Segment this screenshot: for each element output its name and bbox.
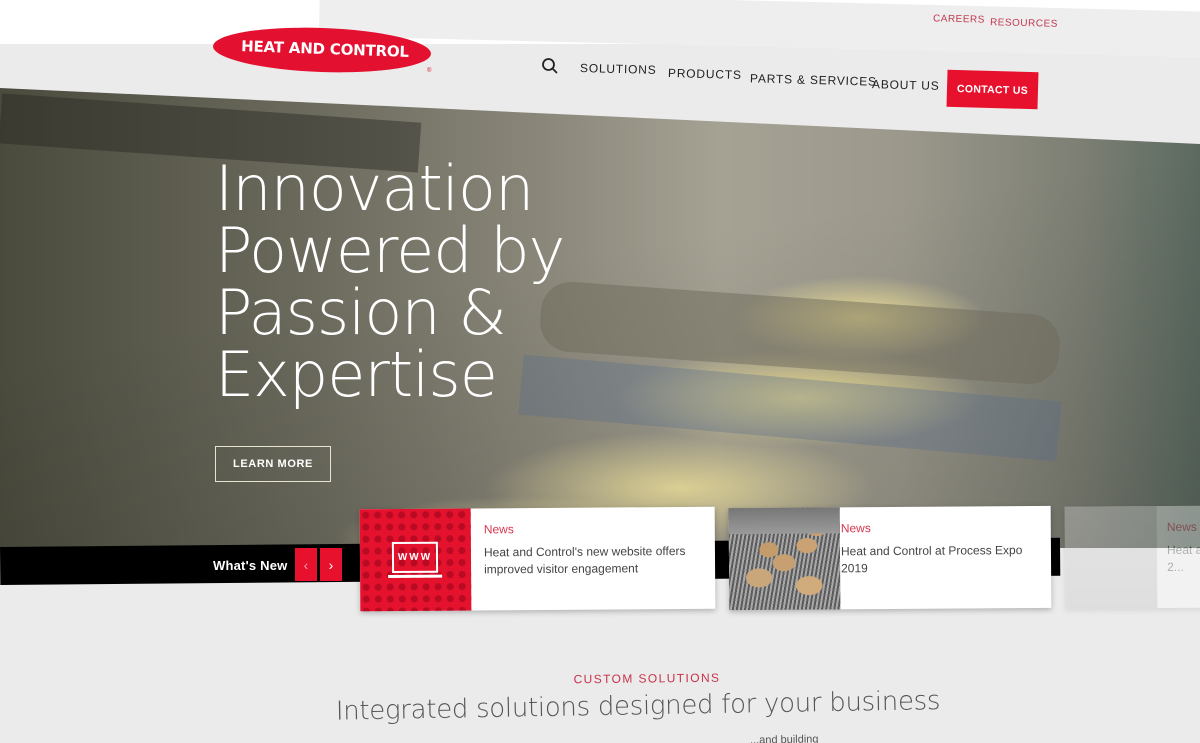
hero-title-line: Expertise: [215, 338, 498, 411]
careers-link[interactable]: CAREERS: [933, 13, 985, 25]
contact-us-button[interactable]: CONTACT US: [946, 69, 1039, 110]
resources-link[interactable]: RESOURCES: [990, 17, 1058, 30]
nav-products[interactable]: PRODUCTS: [668, 66, 742, 82]
nav-solutions[interactable]: SOLUTIONS: [580, 61, 657, 77]
news-card-thumbnail: [1064, 506, 1158, 609]
chevron-left-icon: ‹: [303, 556, 309, 573]
nav-about-us[interactable]: ABOUT US: [872, 77, 940, 93]
news-card[interactable]: News Heat and Control at Process Expo 20…: [728, 505, 1052, 611]
hero-title-line: Passion &: [215, 276, 507, 349]
hero-title-line: Innovation: [215, 152, 534, 225]
learn-more-button[interactable]: LEARN MORE: [215, 446, 331, 482]
hero-title-line: Powered by: [215, 214, 565, 287]
section-subtext: ...and building: [749, 733, 819, 743]
search-icon[interactable]: [541, 57, 559, 75]
news-card-thumbnail: [728, 507, 841, 611]
news-card-category: News: [840, 521, 871, 536]
whats-new-label: What's New: [213, 558, 288, 573]
thumbnail-machine-shape: [728, 507, 840, 535]
news-card-title[interactable]: Heat and Control's new website offers im…: [484, 543, 694, 578]
registered-mark: ®: [427, 68, 432, 74]
monitor-base-icon: [388, 574, 443, 579]
hero-banner: Innovation Powered by Passion & Expertis…: [0, 88, 1200, 548]
news-card-thumbnail: WWW: [359, 508, 472, 612]
page: CAREERS RESOURCES HEAT AND CONTROL ® SOL…: [0, 0, 1200, 743]
chevron-right-icon: ›: [328, 556, 334, 573]
news-card-title[interactable]: Heat ar... Vegas 2...: [1167, 541, 1200, 576]
next-arrow-button[interactable]: ›: [320, 548, 342, 581]
news-card-category: News: [1166, 519, 1197, 534]
logo[interactable]: HEAT AND CONTROL ®: [212, 24, 433, 76]
prev-arrow-button[interactable]: ‹: [295, 548, 317, 581]
news-card[interactable]: WWW News Heat and Control's new website …: [359, 506, 716, 612]
news-card-title[interactable]: Heat and Control at Process Expo 2019: [841, 542, 1041, 577]
hero-title: Innovation Powered by Passion & Expertis…: [215, 152, 565, 411]
news-card[interactable]: News Heat ar... Vegas 2...: [1064, 505, 1200, 609]
news-card-category: News: [483, 522, 514, 537]
www-monitor-icon: WWW: [391, 541, 439, 574]
